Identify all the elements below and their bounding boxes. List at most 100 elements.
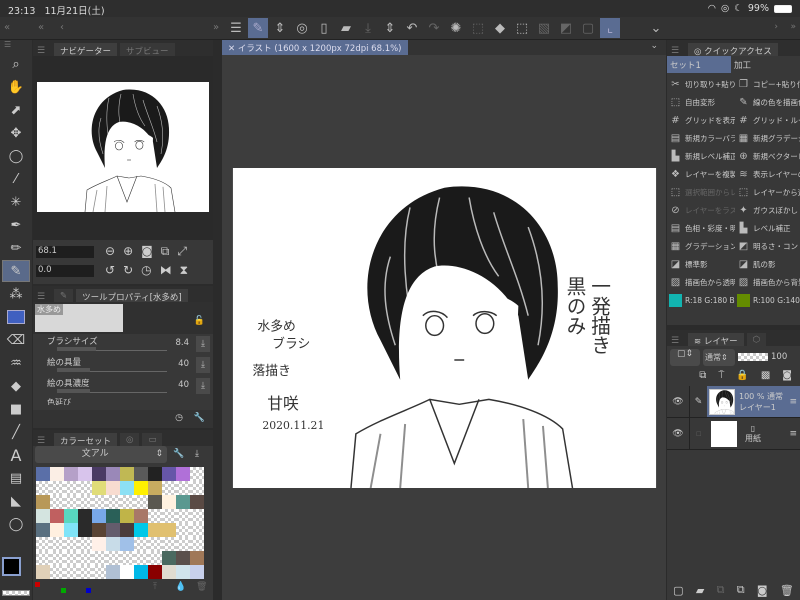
color-swatch[interactable] [148, 551, 162, 565]
color-swatch[interactable] [176, 523, 190, 537]
quick-access-item[interactable]: # グリッドを表示 [669, 111, 735, 129]
quick-access-item[interactable]: ⊕ 新規ベクターレイヤー [737, 147, 800, 165]
clear-selection-icon[interactable]: ✺ [446, 18, 466, 38]
object-tool-icon[interactable]: ⬈ [2, 99, 30, 121]
color-swatch[interactable] [190, 565, 204, 579]
download-icon[interactable]: ⤓ [196, 357, 210, 373]
lock-transparency-icon[interactable]: ▩ [761, 370, 770, 384]
tab-sub-view[interactable]: ▭ [142, 433, 163, 446]
quick-access-item[interactable]: ❖ レイヤーを複製 [669, 165, 735, 183]
color-swatch[interactable] [148, 467, 162, 481]
move-tool-icon[interactable]: ✥ [2, 122, 30, 144]
color-swatch[interactable] [162, 495, 176, 509]
lock-icon[interactable]: 🔒 [736, 370, 748, 384]
transform-icon[interactable]: ⬚ [512, 18, 532, 38]
quick-access-item[interactable]: ▦ 新規グラデーション [737, 129, 800, 147]
eye-icon[interactable]: 👁 [667, 418, 689, 449]
quick-access-item[interactable]: ✂ 切り取り+貼り付け [669, 75, 735, 93]
color-swatch[interactable] [36, 537, 50, 551]
duplicate-icon[interactable]: ⧉ [737, 583, 745, 597]
fill-tool-icon[interactable]: ◆ [2, 375, 30, 397]
tab-subview[interactable]: サブビュー [120, 43, 175, 57]
switch-icon[interactable]: ⇕ [270, 18, 290, 38]
color-swatch[interactable] [50, 509, 64, 523]
flip-horizontal-icon[interactable]: ⧓ [160, 263, 172, 278]
frame-tool-icon[interactable]: ▤ [2, 467, 30, 489]
color-swatch[interactable] [134, 481, 148, 495]
layer-mask-icon[interactable]: ◙ [757, 584, 768, 597]
color-swatch[interactable] [50, 481, 64, 495]
line-tool-icon[interactable]: ╱ [2, 421, 30, 443]
collapse-left-icon[interactable]: « [4, 22, 10, 33]
color-swatch[interactable] [148, 537, 162, 551]
color-swatch[interactable] [134, 523, 148, 537]
color-swatch[interactable] [36, 523, 50, 537]
menu-icon[interactable]: ☰ [37, 436, 51, 446]
tab-set1[interactable]: セット1 [667, 56, 731, 73]
quick-access-item[interactable]: ✦ ガウスぼかし [737, 201, 800, 219]
color-swatch[interactable] [134, 537, 148, 551]
layer-row[interactable]: 👁 ▫ ▯ 用紙 ≡ [667, 418, 800, 450]
reset-icon[interactable]: ◷ [175, 413, 183, 423]
import-icon[interactable]: ⤓ [195, 449, 199, 459]
fit-icon[interactable]: ◙ [141, 244, 153, 259]
color-set-select[interactable]: 文アル ⇕ [35, 446, 167, 463]
color-swatch[interactable] [64, 551, 78, 565]
close-icon[interactable]: ✕ [228, 44, 238, 54]
color-swatch[interactable] [78, 481, 92, 495]
rotate-slider[interactable]: 0.0 [36, 265, 94, 277]
tab-processing[interactable]: 加工 [731, 56, 754, 73]
tab-sub-tool[interactable]: ✎ [54, 289, 74, 302]
wrench-icon[interactable]: 🔧 [194, 413, 205, 423]
color-swatch[interactable] [148, 509, 162, 523]
tab-quick-access[interactable]: ◎ クイックアクセス [688, 43, 778, 57]
save-icon[interactable]: ⤓ [358, 18, 378, 38]
switch-icon[interactable]: ⇕ [380, 18, 400, 38]
color-swatch[interactable] [64, 565, 78, 579]
fit-window-icon[interactable]: ⤢ [177, 244, 187, 259]
color-swatch[interactable] [120, 509, 134, 523]
color-swatch[interactable] [36, 565, 50, 579]
color-swatch[interactable] [36, 481, 50, 495]
quick-access-item[interactable]: ✎ 線の色を描画色に [737, 93, 800, 111]
color-swatch[interactable] [176, 509, 190, 523]
color-swatch[interactable] [78, 467, 92, 481]
redo-icon[interactable]: ↷ [424, 18, 444, 38]
quick-access-item[interactable]: R:100 G:140 B:0 [737, 291, 800, 309]
color-swatch[interactable] [148, 481, 162, 495]
tab-color-history[interactable]: ◎ [120, 433, 140, 446]
quick-access-item[interactable]: ▙ 新規レベル補正 [669, 147, 735, 165]
menu-icon[interactable]: ☰ [671, 336, 685, 346]
color-swatch[interactable] [134, 565, 148, 579]
blend-tool-icon[interactable]: ♒ [2, 352, 30, 374]
color-swatch[interactable] [92, 495, 106, 509]
color-swatch[interactable] [176, 495, 190, 509]
color-swatch[interactable] [190, 523, 204, 537]
quick-access-item[interactable]: ▨ 描画色から透明色 [669, 273, 735, 291]
color-swatch[interactable] [134, 467, 148, 481]
color-swatch[interactable] [106, 565, 120, 579]
color-swatch[interactable] [92, 481, 106, 495]
collapse-right-icon[interactable]: » [790, 22, 796, 32]
quick-access-item[interactable]: ◪ 肌の影 [737, 255, 800, 273]
new-folder-icon[interactable]: ▰ [696, 584, 704, 597]
color-swatch[interactable] [106, 509, 120, 523]
magic-wand-tool-icon[interactable]: ✳ [2, 191, 30, 213]
reset-rotation-icon[interactable]: ◷ [141, 263, 151, 278]
property-paint-amount[interactable]: 絵の具量 40 ⤓ [33, 355, 213, 376]
color-swatch[interactable] [162, 523, 176, 537]
hand-tool-icon[interactable]: ✋ [2, 76, 30, 98]
reference-icon[interactable]: ◩ [556, 18, 576, 38]
brush-tool-icon[interactable]: ✎ [2, 260, 30, 282]
tab-color-set[interactable]: カラーセット [54, 433, 118, 447]
color-swatch[interactable] [162, 537, 176, 551]
balloon-tool-icon[interactable]: ◯ [2, 513, 30, 535]
text-tool-icon[interactable]: A [2, 444, 30, 466]
drag-handle-icon[interactable]: ≡ [789, 429, 797, 439]
color-swatch[interactable] [50, 551, 64, 565]
color-swatch[interactable] [162, 509, 176, 523]
pen-tool-icon[interactable]: ✒ [2, 214, 30, 236]
color-swatch[interactable] [134, 551, 148, 565]
quick-access-item[interactable]: ◩ 明るさ・コントラスト [737, 237, 800, 255]
color-swatch[interactable] [134, 495, 148, 509]
